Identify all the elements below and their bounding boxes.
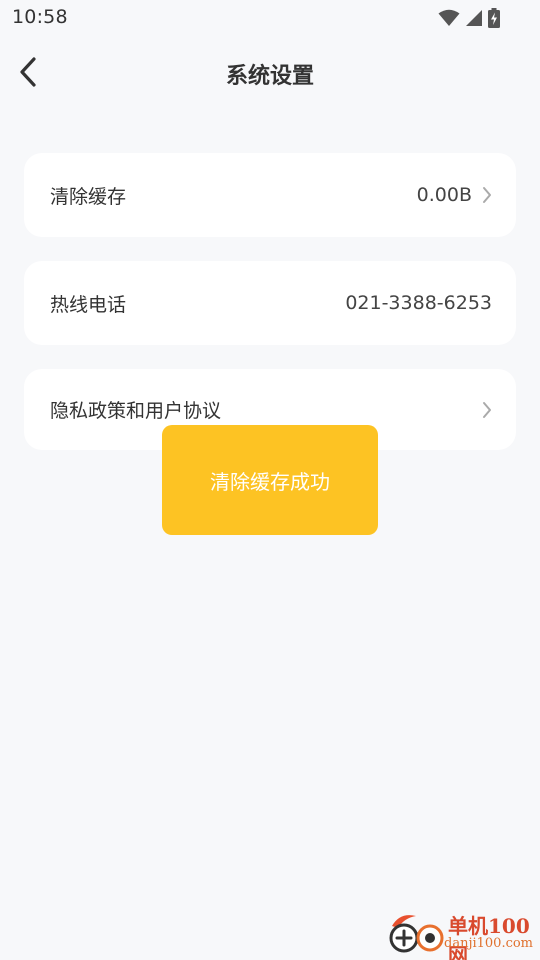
screen: 10:58 系统设置 清除缓存 0.00B 热线电话 021-3388-6253… [0,0,540,960]
chevron-right-icon [483,187,491,203]
watermark-title: 单机100网 [448,914,530,960]
settings-item-right: 021-3388-6253 [345,292,492,314]
chevron-right-icon [483,401,491,418]
toast-message: 清除缓存成功 [162,425,378,535]
status-bar: 10:58 [0,0,540,36]
settings-item-clear-cache[interactable]: 清除缓存 0.00B [24,153,516,237]
watermark: 单机100网 danji100.com [386,908,536,960]
settings-item-label: 清除缓存 [50,185,127,208]
settings-item-label: 热线电话 [50,293,127,316]
cache-size-value: 0.00B [416,184,472,206]
page-title: 系统设置 [225,64,314,89]
status-icons [438,8,500,28]
settings-item-right: 0.00B [417,184,492,206]
settings-item-right [482,401,492,419]
watermark-logo-icon [389,915,444,953]
hotline-number-value: 021-3388-6253 [345,292,492,314]
watermark-url: danji100.com [444,936,534,951]
status-time: 10:58 [12,6,68,28]
signal-icon [466,10,482,26]
header: 系统设置 [0,36,540,112]
battery-charging-icon [488,8,500,28]
toast-text: 清除缓存成功 [210,469,330,494]
settings-item-label: 隐私政策和用户协议 [50,400,222,422]
settings-item-hotline[interactable]: 热线电话 021-3388-6253 [24,261,516,345]
wifi-icon [438,9,460,26]
